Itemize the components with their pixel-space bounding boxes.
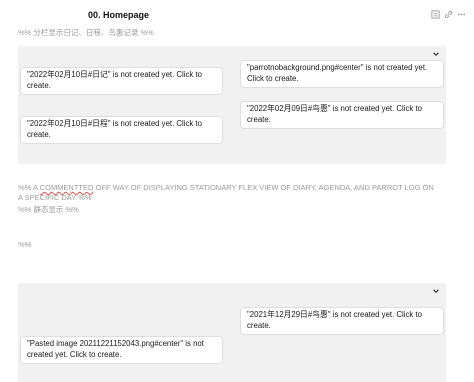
comment-prefix: %% A bbox=[18, 183, 40, 192]
commented-block: %% A COMMENTTED OFF WAY OF DISPLAYING ST… bbox=[18, 183, 438, 203]
unresolved-link-note[interactable]: "Pasted image 20211221152043.png#center"… bbox=[20, 336, 223, 364]
flex-panel-2: "2021年12月29日#鸟惠" is not created yet. Cli… bbox=[18, 283, 446, 382]
unresolved-link-note[interactable]: "2022年02月09日#鸟惠" is not created yet. Cli… bbox=[240, 101, 444, 129]
title-bar: 00. Homepage bbox=[0, 0, 474, 26]
static-comment: %% 静态显示 %% bbox=[18, 205, 79, 214]
unresolved-link-note[interactable]: "parrotnobackground.png#center" is not c… bbox=[240, 60, 444, 88]
flex-panel-1: "2022年02月10日#日记" is not created yet. Cli… bbox=[18, 46, 446, 164]
comment-marker: %% bbox=[18, 240, 32, 249]
page-title: 00. Homepage bbox=[88, 10, 150, 20]
note-text: "2021年12月29日#鸟惠" is not created yet. Cli… bbox=[247, 310, 422, 330]
more-icon[interactable] bbox=[457, 10, 466, 19]
note-text: "Pasted image 20211221152043.png#center"… bbox=[27, 339, 204, 359]
unresolved-link-note[interactable]: "2022年02月10日#日程" is not created yet. Cli… bbox=[20, 116, 223, 144]
title-bar-actions bbox=[431, 10, 466, 19]
chevron-down-icon[interactable] bbox=[432, 287, 440, 295]
chevron-down-icon[interactable] bbox=[432, 50, 440, 58]
note-text: "2022年02月10日#日记" is not created yet. Cli… bbox=[27, 70, 202, 90]
unresolved-link-note[interactable]: "2022年02月10日#日记" is not created yet. Cli… bbox=[20, 67, 223, 95]
misspelled-word: COMMENTTED bbox=[39, 183, 94, 192]
top-comment: %% 分栏显示日记、日程、鸟惠记录 %% bbox=[18, 28, 154, 37]
reading-view-icon[interactable] bbox=[431, 10, 440, 19]
note-text: "parrotnobackground.png#center" is not c… bbox=[247, 63, 428, 83]
note-text: "2022年02月09日#鸟惠" is not created yet. Cli… bbox=[247, 104, 422, 124]
unresolved-link-note[interactable]: "2021年12月29日#鸟惠" is not created yet. Cli… bbox=[240, 307, 444, 335]
link-icon[interactable] bbox=[444, 10, 453, 19]
note-text: "2022年02月10日#日程" is not created yet. Cli… bbox=[27, 119, 202, 139]
